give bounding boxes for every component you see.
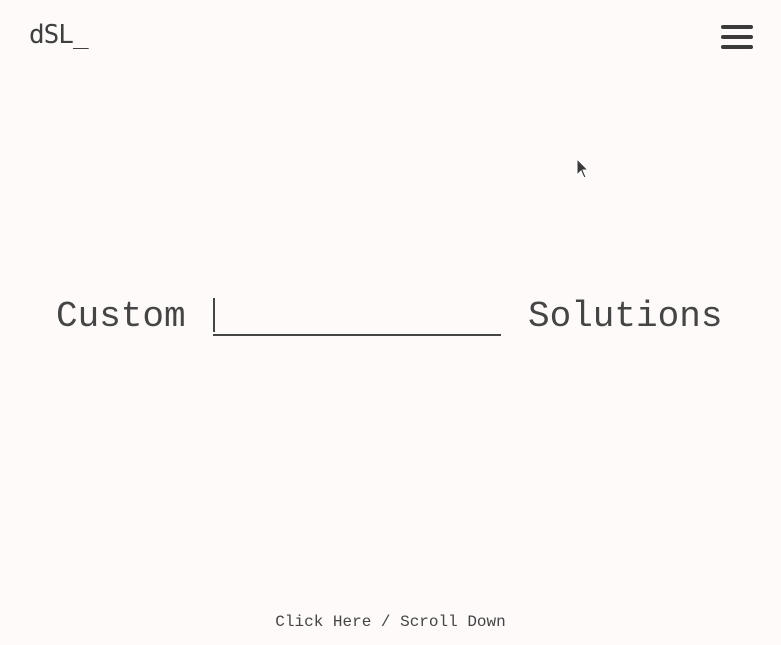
- mouse-pointer-icon: [576, 158, 590, 179]
- scroll-down-label: Click Here / Scroll Down: [275, 613, 506, 631]
- headline-word-after: Solutions: [528, 296, 723, 337]
- hamburger-menu-icon[interactable]: [718, 24, 756, 54]
- text-caret: [213, 298, 215, 332]
- menu-bar-middle: [721, 35, 753, 39]
- typewriter-field: [213, 296, 501, 336]
- menu-bar-bottom: [721, 45, 753, 49]
- menu-bar-top: [721, 25, 753, 29]
- headline-word-before: Custom: [56, 296, 186, 337]
- site-logo[interactable]: dSL_: [29, 18, 89, 52]
- scroll-down-link[interactable]: Click Here / Scroll Down: [0, 612, 781, 632]
- hero-headline: Custom Solutions: [0, 294, 781, 342]
